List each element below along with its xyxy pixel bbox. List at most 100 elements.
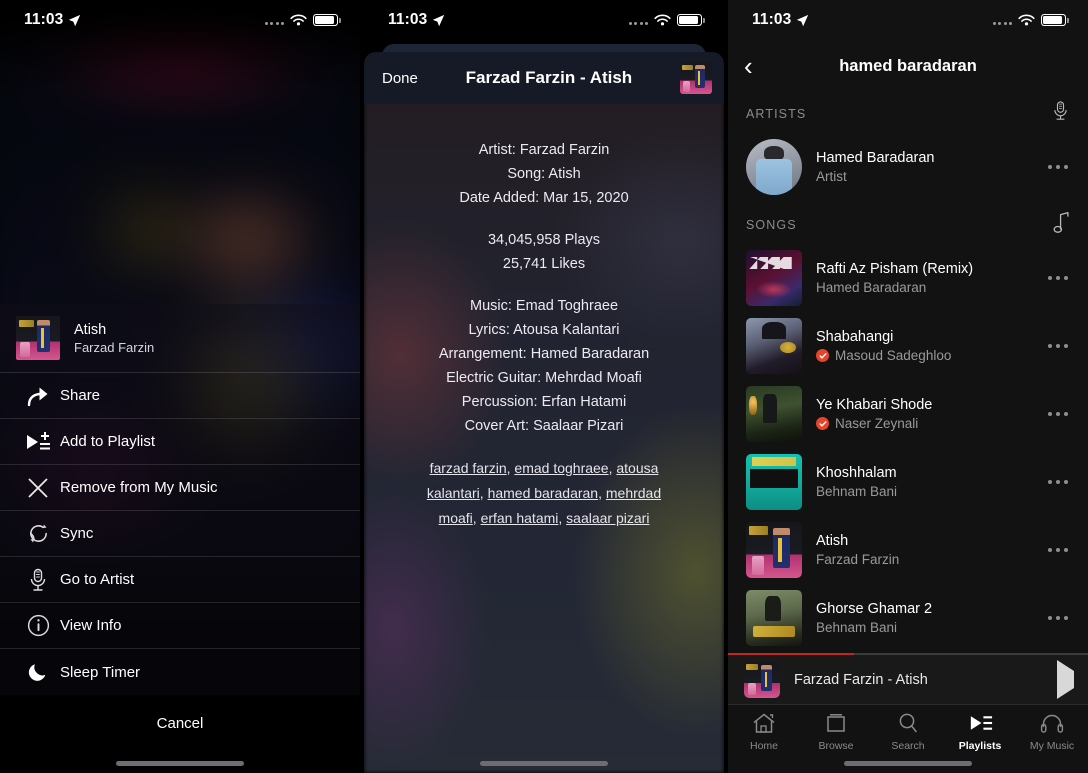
- more-options-icon[interactable]: [1044, 268, 1073, 289]
- artist-subtitle: Artist: [816, 169, 847, 184]
- status-bar-left: 11:03: [752, 11, 809, 29]
- album-artwork: [746, 522, 802, 578]
- wifi-icon: [290, 14, 307, 25]
- music-note-icon[interactable]: [1053, 211, 1070, 238]
- battery-icon: [313, 14, 341, 26]
- action-label: View Info: [60, 617, 122, 634]
- cellular-dots-icon: [628, 16, 648, 25]
- page-title: hamed baradaran: [839, 56, 977, 75]
- tab-label: Search: [891, 740, 925, 752]
- panel-action-sheet: 11:03 Atish Farzad Farzin Share Add to P…: [0, 0, 360, 773]
- tab-label: My Music: [1029, 740, 1075, 752]
- more-options-icon[interactable]: [1044, 608, 1073, 629]
- info-line-date-added: Date Added: Mar 15, 2020: [459, 190, 629, 206]
- song-text: Rafti Az Pisham (Remix) Hamed Baradaran: [816, 261, 1030, 295]
- battery-icon: [1041, 14, 1069, 26]
- close-x-icon: [16, 476, 60, 500]
- song-artist: Behnam Bani: [816, 620, 898, 635]
- action-share[interactable]: Share: [0, 373, 360, 419]
- action-go-to-artist[interactable]: Go to Artist: [0, 557, 360, 603]
- song-title: Khoshhalam: [816, 465, 897, 481]
- status-bar-right: [992, 14, 1069, 27]
- tag-link[interactable]: farzad farzin: [430, 460, 507, 476]
- battery-icon: [677, 14, 705, 26]
- action-sheet: Atish Farzad Farzin Share Add to Playlis…: [0, 304, 360, 773]
- credit-music: Music: Emad Toghraee: [469, 298, 619, 314]
- section-header-artists: ARTISTS: [728, 96, 1088, 133]
- action-remove-from-my-music[interactable]: Remove from My Music: [0, 465, 360, 511]
- album-artwork: [746, 386, 802, 442]
- more-options-icon[interactable]: [1044, 540, 1073, 561]
- credit-arrangement: Arrangement: Hamed Baradaran: [438, 346, 650, 362]
- section-label: SONGS: [746, 217, 797, 232]
- done-button[interactable]: Done: [382, 70, 418, 87]
- song-title: Ye Khabari Shode: [816, 397, 933, 413]
- credit-percussion: Percussion: Erfan Hatami: [461, 394, 627, 410]
- info-line-song: Song: Atish: [507, 166, 581, 182]
- song-title: Shabahangi: [816, 329, 894, 345]
- credit-electric-guitar: Electric Guitar: Mehrdad Moafi: [446, 370, 642, 386]
- location-arrow-icon: [433, 14, 445, 26]
- status-time: 11:03: [752, 11, 792, 28]
- song-artist: Farzad Farzin: [816, 552, 900, 567]
- home-indicator[interactable]: [844, 761, 972, 766]
- status-bar: 11:03: [364, 0, 724, 40]
- song-artist: Masoud Sadeghloo: [816, 348, 1030, 363]
- song-row[interactable]: Ghorse Ghamar 2 Behnam Bani: [728, 584, 1088, 652]
- now-playing-artist: Farzad Farzin: [74, 339, 155, 355]
- artist-row[interactable]: Hamed Baradaran Artist: [728, 133, 1088, 201]
- song-artist: Behnam Bani: [816, 484, 898, 499]
- song-title: Ghorse Ghamar 2: [816, 601, 933, 617]
- song-text: Khoshhalam Behnam Bani: [816, 465, 1030, 499]
- more-options-icon[interactable]: [1044, 404, 1073, 425]
- three-panel-screenshot: 11:03 Atish Farzad Farzin Share Add to P…: [0, 0, 1088, 773]
- action-sync[interactable]: Sync: [0, 511, 360, 557]
- home-indicator[interactable]: [116, 761, 244, 766]
- more-options-icon[interactable]: [1044, 157, 1073, 178]
- verified-badge-icon: [816, 417, 829, 430]
- search-icon: [899, 713, 917, 733]
- mini-player[interactable]: Farzad Farzin - Atish: [728, 655, 1088, 705]
- stat-plays: 34,045,958 Plays: [487, 232, 601, 248]
- song-row[interactable]: Ye Khabari Shode Naser Zeynali: [728, 380, 1088, 448]
- wifi-icon: [1018, 14, 1035, 25]
- status-bar-right: [628, 14, 705, 27]
- action-view-info[interactable]: View Info: [0, 603, 360, 649]
- microphone-icon: [16, 568, 60, 592]
- album-artwork-thumbnail[interactable]: [744, 661, 780, 698]
- song-row[interactable]: Rafti Az Pisham (Remix) Hamed Baradaran: [728, 244, 1088, 312]
- cancel-button[interactable]: Cancel: [0, 695, 360, 751]
- song-row[interactable]: Atish Farzad Farzin: [728, 516, 1088, 584]
- song-info-card: Done Farzad Farzin - Atish Artist: Farza…: [364, 52, 724, 773]
- more-options-icon[interactable]: [1044, 472, 1073, 493]
- action-add-to-playlist[interactable]: Add to Playlist: [0, 419, 360, 465]
- share-icon: [16, 385, 60, 407]
- album-artwork-thumbnail[interactable]: [680, 62, 712, 94]
- location-arrow-icon: [69, 14, 81, 26]
- cellular-dots-icon: [264, 16, 284, 25]
- tab-home[interactable]: Home: [728, 711, 800, 773]
- song-artist: Hamed Baradaran: [816, 280, 927, 295]
- now-playing-title: Atish: [74, 321, 107, 338]
- song-row[interactable]: Khoshhalam Behnam Bani: [728, 448, 1088, 516]
- more-options-icon[interactable]: [1044, 336, 1073, 357]
- tag-link[interactable]: saalaar pizari: [566, 510, 649, 526]
- panel-search-results: 11:03 ‹ hamed baradaran ARTISTS Hamed Ba…: [728, 0, 1088, 773]
- tag-link[interactable]: erfan hatami: [481, 510, 559, 526]
- microphone-icon[interactable]: [1051, 100, 1070, 127]
- home-indicator[interactable]: [480, 761, 608, 766]
- tab-my-music[interactable]: My Music: [1016, 711, 1088, 773]
- tag-link[interactable]: emad toghraee: [514, 460, 608, 476]
- song-artist: Naser Zeynali: [816, 416, 1030, 431]
- song-row[interactable]: Shabahangi Masoud Sadeghloo: [728, 312, 1088, 380]
- tag-list: farzad farzin, emad toghraee, atousa kal…: [426, 460, 662, 526]
- action-label: Sync: [60, 525, 94, 542]
- song-title: Rafti Az Pisham (Remix): [816, 261, 974, 277]
- status-bar-left: 11:03: [388, 11, 445, 29]
- play-icon[interactable]: [1057, 659, 1074, 699]
- status-bar-left: 11:03: [24, 11, 81, 29]
- tag-link[interactable]: hamed baradaran: [488, 485, 599, 501]
- action-sleep-timer[interactable]: Sleep Timer: [0, 649, 360, 695]
